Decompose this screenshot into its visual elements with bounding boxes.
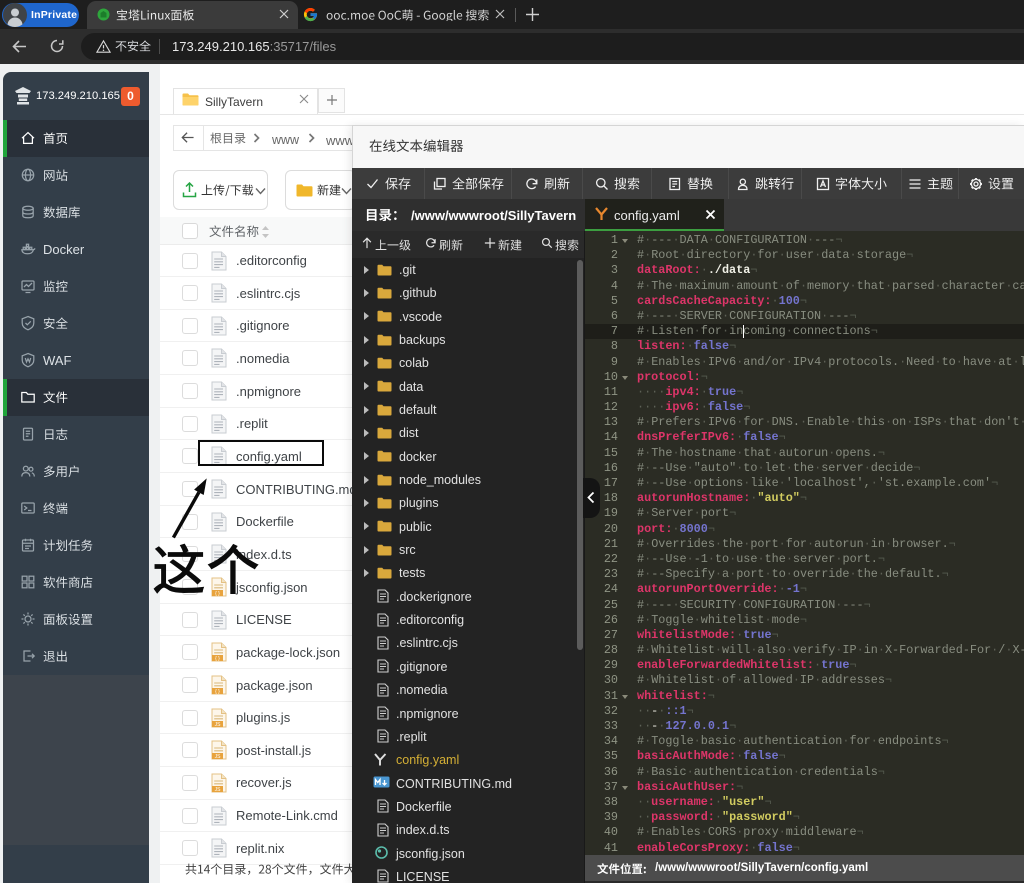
svg-text:JS: JS [215,754,222,760]
svg-text:JS: JS [215,787,222,793]
svg-text:{ }: { } [215,656,220,662]
svg-text:{ }: { } [215,689,220,695]
svg-text:JS: JS [215,721,222,727]
